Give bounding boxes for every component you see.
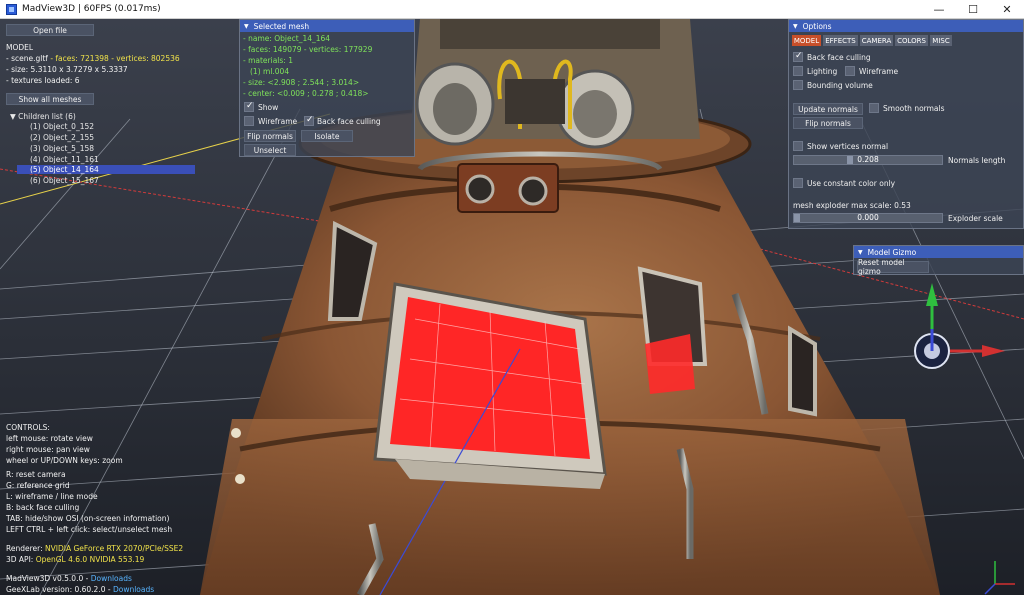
geexlab-info: GeeXLab version: 0.60.2.0 - Downloads — [6, 585, 155, 594]
child-item[interactable]: (4) Object_11_161 — [30, 155, 99, 164]
tab-model[interactable]: MODEL — [792, 35, 821, 46]
exploder-scale-slider[interactable]: 0.000 — [793, 213, 943, 223]
child-item[interactable]: (1) Object_0_152 — [30, 122, 94, 131]
children-list-header[interactable]: ▼ Children list (6) — [10, 112, 76, 121]
model-label: MODEL — [6, 43, 34, 52]
minimize-button[interactable]: — — [922, 0, 956, 19]
normals-length-value: 0.208 — [857, 155, 879, 164]
side-window-right-red — [645, 334, 695, 394]
exploder-scale-value: 0.000 — [857, 213, 879, 222]
corner-axes — [984, 561, 1015, 595]
renderer-info: Renderer: NVIDIA GeForce RTX 2070/PCIe/S… — [6, 544, 184, 553]
exploder-max-scale-label: mesh exploder max scale: 0.53 — [793, 201, 911, 210]
show-checkbox[interactable] — [244, 101, 254, 112]
show-vertices-normal-checkbox[interactable] — [793, 141, 803, 151]
update-normals-button[interactable]: Update normals — [793, 103, 863, 115]
child-item[interactable]: (2) Object_2_155 — [30, 133, 94, 142]
control-hint: G: reference grid — [6, 481, 70, 490]
constant-color-checkbox[interactable] — [793, 178, 803, 188]
close-button[interactable]: ✕ — [990, 0, 1024, 19]
selected-mesh-header[interactable]: ▼ Selected mesh — [240, 20, 414, 32]
constant-color-label: Use constant color only — [807, 179, 896, 188]
window-titlebar: MadView3D | 60FPS (0.017ms) — ☐ ✕ — [0, 0, 1024, 19]
child-item[interactable]: (3) Object_5_158 — [30, 144, 94, 153]
chevron-down-icon: ▼ — [793, 22, 798, 30]
tab-misc[interactable]: MISC — [930, 35, 952, 46]
window-title: MadView3D | 60FPS (0.017ms) — [22, 4, 161, 14]
wireframe-label: Wireframe — [258, 117, 298, 126]
flip-normals-option-button[interactable]: Flip normals — [793, 117, 863, 129]
opt-back-face-culling-checkbox[interactable] — [793, 51, 803, 62]
3d-viewport[interactable]: Open file MODEL - scene.gltf - faces: 72… — [0, 19, 1024, 595]
downloads-link[interactable]: Downloads — [91, 574, 132, 583]
geexlab-downloads-link[interactable]: Downloads — [113, 585, 154, 594]
app-icon — [6, 3, 17, 15]
show-all-meshes-button[interactable]: Show all meshes — [6, 93, 94, 105]
control-hint: LEFT CTRL + left click: select/unselect … — [6, 525, 173, 534]
open-file-button[interactable]: Open file — [6, 24, 94, 36]
model-gizmo-header[interactable]: ▼ Model Gizmo — [854, 246, 1023, 258]
mesh-materials: - materials: 1 — [243, 56, 293, 65]
mesh-material-item: (1) ml.004 — [250, 67, 290, 76]
show-vertices-normal-label: Show vertices normal — [807, 142, 889, 151]
control-hint: L: wireframe / line mode — [6, 492, 98, 501]
smooth-normals-checkbox[interactable] — [869, 103, 879, 113]
back-face-culling-checkbox[interactable] — [304, 115, 314, 126]
control-hint: right mouse: pan view — [6, 445, 90, 454]
isolate-button[interactable]: Isolate — [301, 130, 353, 142]
child-item[interactable]: (6) Object_15_167 — [30, 176, 99, 185]
model-file-name: - scene.gltf - faces: 721398 - vertices:… — [6, 54, 180, 63]
control-hint: wheel or UP/DOWN keys: zoom — [6, 456, 123, 465]
exploder-scale-label: Exploder scale — [948, 214, 1003, 223]
opt-wireframe-checkbox[interactable] — [845, 66, 855, 76]
opt-lighting-checkbox[interactable] — [793, 66, 803, 76]
control-hint: R: reset camera — [6, 470, 66, 479]
maximize-button[interactable]: ☐ — [956, 0, 990, 19]
mesh-size: - size: <2.908 ; 2.544 ; 3.014> — [243, 78, 360, 87]
flip-normals-button[interactable]: Flip normals — [244, 130, 296, 142]
back-face-culling-label: Back face culling — [317, 117, 381, 126]
tab-effects[interactable]: EFFECTS — [823, 35, 858, 46]
control-hint: TAB: hide/show OSI (on-screen informatio… — [6, 514, 170, 523]
opt-wireframe-label: Wireframe — [859, 67, 899, 76]
control-hint: B: back face culling — [6, 503, 80, 512]
show-label: Show — [258, 103, 279, 112]
opt-lighting-label: Lighting — [807, 67, 838, 76]
control-hint: left mouse: rotate view — [6, 434, 93, 443]
version-info: MadView3D v0.5.0.0 - Downloads — [6, 574, 132, 583]
opt-back-face-culling-label: Back face culling — [807, 53, 871, 62]
textures-loaded: - textures loaded: 6 — [6, 76, 80, 85]
mesh-center: - center: <0.009 ; 0.278 ; 0.418> — [243, 89, 369, 98]
tab-colors[interactable]: COLORS — [895, 35, 928, 46]
options-header[interactable]: ▼ Options — [789, 20, 1023, 32]
controls-title: CONTROLS: — [6, 423, 50, 432]
chevron-down-icon: ▼ — [858, 248, 863, 256]
side-window-far-right — [788, 325, 817, 417]
smooth-normals-label: Smooth normals — [883, 104, 945, 113]
wireframe-checkbox[interactable] — [244, 116, 254, 126]
opt-bounding-volume-checkbox[interactable] — [793, 80, 803, 90]
unselect-button[interactable]: Unselect — [244, 144, 296, 156]
mesh-faces: - faces: 149079 - vertices: 177929 — [243, 45, 373, 54]
child-item-selected[interactable]: (5) Object_14_164 — [17, 165, 195, 174]
model-size: - size: 5.3110 x 3.7279 x 5.3337 — [6, 65, 128, 74]
chevron-down-icon: ▼ — [10, 112, 19, 121]
reset-model-gizmo-button[interactable]: Reset model gizmo — [857, 258, 929, 276]
normals-length-label: Normals length — [948, 156, 1006, 165]
normals-length-slider[interactable]: 0.208 — [793, 155, 943, 165]
mesh-name: - name: Object_14_164 — [243, 34, 331, 43]
api-info: 3D API: OpenGL 4.6.0 NVIDIA 553.19 — [6, 555, 145, 564]
tab-camera[interactable]: CAMERA — [860, 35, 893, 46]
opt-bounding-volume-label: Bounding volume — [807, 81, 873, 90]
chevron-down-icon: ▼ — [244, 22, 249, 30]
